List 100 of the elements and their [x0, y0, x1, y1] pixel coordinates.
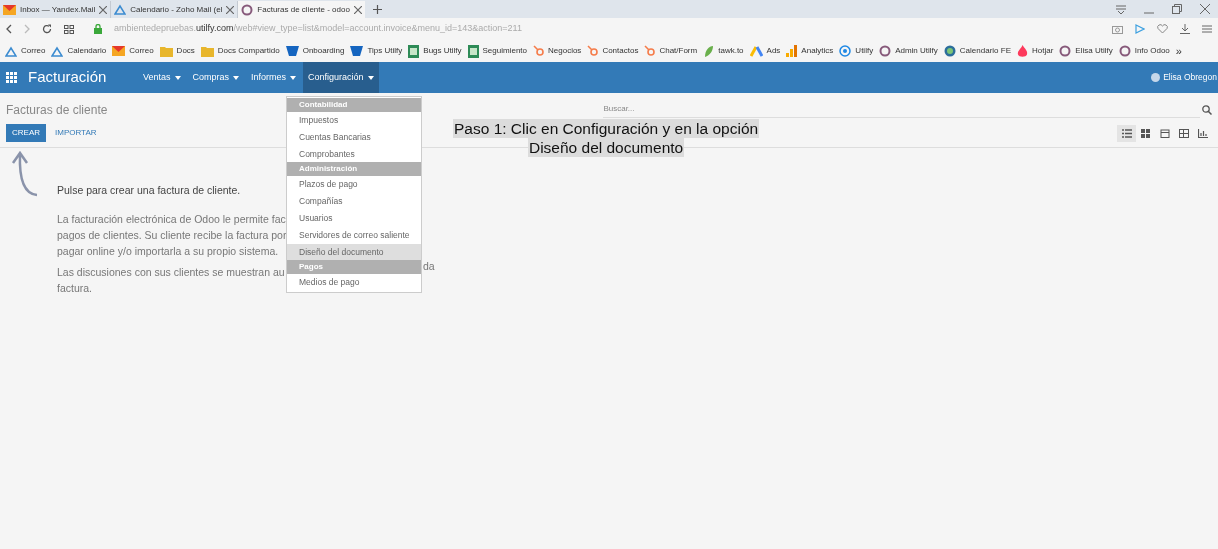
help-text: La facturación electrónica de Odoo le permite fac [57, 212, 286, 225]
search-field[interactable]: Buscar... [603, 102, 1200, 118]
bookmark[interactable]: Tips Utilfy [350, 45, 403, 57]
bookmark[interactable]: Correo [5, 45, 46, 57]
close-icon[interactable] [1200, 4, 1210, 14]
bookmark[interactable]: Seguimiento [467, 44, 527, 58]
caret-icon [174, 75, 181, 80]
caption-text: Diseño del documento [527, 138, 685, 157]
envelope-icon [3, 4, 16, 15]
send-icon[interactable] [1135, 24, 1145, 34]
folder-icon [200, 45, 214, 57]
menu-tab[interactable]: Configuración [303, 62, 379, 93]
restore-icon[interactable] [1172, 4, 1182, 14]
chart-icon [1197, 128, 1208, 138]
caret-icon [367, 75, 374, 80]
bookmark[interactable]: Contactos [587, 45, 639, 57]
camera-icon[interactable] [1112, 24, 1123, 34]
reload-icon[interactable] [42, 24, 52, 34]
ring-icon [241, 3, 254, 16]
help-text: pagos de clientes. Su cliente recibe la factura por [57, 228, 287, 241]
help-text: pagar online y/o importarla a su propio sistema. [57, 244, 279, 257]
user-avatar[interactable] [1151, 73, 1161, 82]
url-text[interactable]: ambientedepruebas.utilfy.com/web#view_type=list&model=account.invoice&menu_id=143&action=211 [114, 22, 522, 36]
cloud-icon [51, 45, 64, 57]
apps-icon[interactable] [6, 72, 17, 83]
arrow-drawing [10, 150, 40, 198]
help-text: Las discusiones con sus clientes se muestran au [57, 265, 285, 278]
search-icon[interactable] [1202, 105, 1212, 115]
menu-tab[interactable]: Ventas [138, 62, 186, 93]
bookmark[interactable]: Docs [159, 45, 195, 57]
bookmark[interactable]: Correo [112, 45, 154, 57]
menu-section-header: Administración [287, 162, 421, 177]
more-bookmarks[interactable]: » [1175, 42, 1182, 60]
sheet-icon [467, 44, 479, 58]
bookmark[interactable]: Info Odoo [1118, 45, 1170, 57]
ring-icon [1118, 45, 1131, 57]
target-icon [839, 45, 852, 57]
bookmark[interactable]: Utilfy [839, 45, 874, 57]
bookmark[interactable]: Calendario FE [943, 45, 1011, 57]
view-switch[interactable] [1117, 124, 1136, 142]
menu-icon[interactable] [1116, 5, 1126, 14]
plus-icon[interactable] [372, 5, 382, 14]
table-icon [1178, 128, 1189, 138]
cloud-icon [114, 4, 127, 15]
bookmark[interactable]: Onboarding [285, 45, 345, 57]
breadcrumb: Facturas de cliente [6, 102, 108, 119]
user-name[interactable]: Elisa Obregon [1163, 71, 1217, 84]
bookmark[interactable]: Negocios [533, 45, 582, 57]
sheet-icon [408, 44, 420, 58]
bookmark[interactable]: Bugs Utilfy [408, 44, 462, 58]
app-title[interactable]: Facturación [28, 66, 138, 89]
bookmark[interactable]: Calendario [51, 45, 107, 57]
grid-icon [1140, 128, 1151, 138]
browser-tab[interactable]: Facturas de cliente - odoo [238, 1, 365, 18]
bookmark[interactable]: tawk.to [703, 44, 744, 58]
ads-logo-icon [749, 45, 763, 57]
bookmark[interactable]: Analytics [786, 45, 834, 57]
w-logo-icon [350, 46, 364, 56]
browser-tab[interactable]: Inbox — Yandex.Mail [0, 1, 112, 18]
bookmark[interactable]: Elisa Utilfy [1059, 45, 1113, 57]
import-button[interactable]: IMPORTAR [46, 124, 106, 142]
lock-icon [94, 24, 102, 34]
close-icon[interactable] [226, 5, 235, 14]
caret-icon [233, 75, 240, 80]
menu-tab[interactable]: Informes [246, 62, 302, 93]
close-icon[interactable] [353, 5, 362, 14]
cloud-icon [5, 45, 17, 57]
flame-icon [1016, 44, 1028, 58]
envelope-icon [112, 46, 126, 56]
caret-icon [290, 75, 297, 80]
globe-icon [943, 45, 956, 57]
download-icon[interactable] [1180, 24, 1190, 34]
list-icon [1121, 128, 1132, 138]
ring-icon [1059, 45, 1072, 57]
tiles-icon[interactable] [64, 24, 74, 34]
back-icon[interactable] [6, 24, 12, 34]
bookmark[interactable]: Docs Compartido [200, 45, 280, 57]
menu-section-header: Pagos [287, 260, 421, 275]
hub-icon [533, 45, 544, 57]
ring-icon [879, 45, 892, 57]
help-text: da [423, 258, 435, 274]
bookmark[interactable]: Hotjar [1016, 44, 1054, 58]
bar-chart-icon [786, 45, 798, 57]
menu-tab[interactable]: Compras [187, 62, 245, 93]
menu-section-header: Contabilidad [287, 98, 421, 112]
bookmark[interactable]: Ads [749, 45, 781, 57]
help-title: Pulse para crear una factura de cliente. [57, 183, 242, 198]
calendar-icon [1159, 128, 1170, 138]
close-icon[interactable] [99, 5, 108, 14]
leaf-icon [703, 44, 715, 58]
w-logo-icon [285, 46, 299, 56]
caption-text: Paso 1: Clic en Configuración y en la opción [453, 119, 760, 138]
help-text: factura. [57, 281, 93, 294]
bookmark[interactable]: Admin Utilfy [879, 45, 938, 57]
hub-icon [587, 45, 599, 57]
create-button[interactable]: CREAR [6, 124, 46, 142]
heart-icon[interactable] [1157, 24, 1168, 34]
folder-icon [159, 45, 173, 57]
hub-icon [644, 45, 656, 57]
bookmark[interactable]: Chat/Form [644, 45, 698, 57]
